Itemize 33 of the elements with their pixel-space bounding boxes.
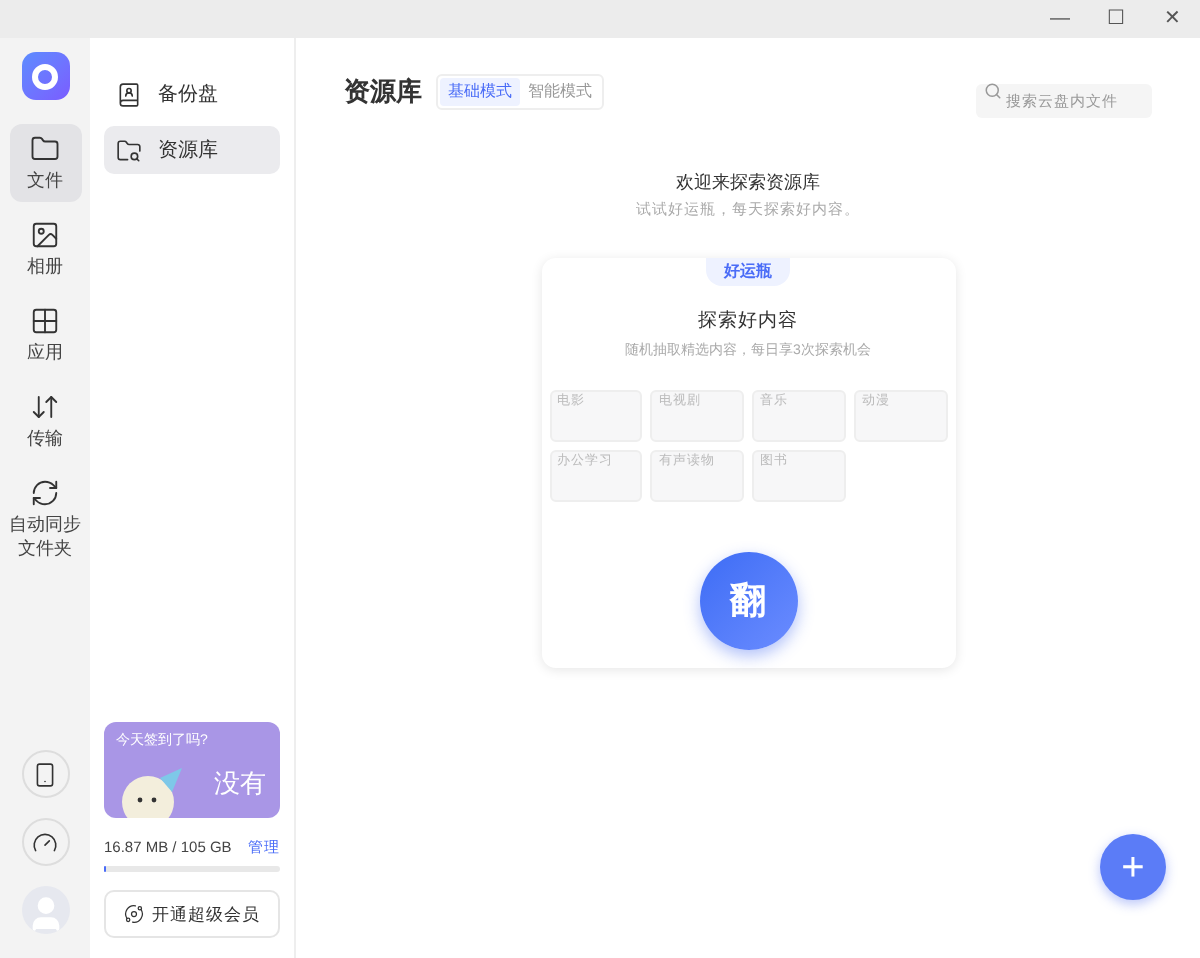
search-icon: [984, 82, 1002, 101]
folder-search-icon: [116, 137, 142, 163]
flip-button[interactable]: 翻: [699, 552, 797, 651]
window-control[interactable]: ✕: [1144, 0, 1200, 38]
sync-icon: [30, 478, 60, 508]
mode-tab[interactable]: 基础模式: [440, 77, 520, 106]
transfer-icon: [30, 392, 60, 422]
card-title: 探索好内容: [698, 308, 798, 337]
window-control[interactable]: ☐: [1088, 0, 1144, 38]
app-logo: [21, 52, 69, 100]
nav-item[interactable]: 相册: [9, 210, 81, 288]
photo-icon: [30, 220, 60, 250]
banner-answer: 没有: [214, 766, 266, 803]
gauge-button[interactable]: [21, 818, 69, 866]
folder-icon: [30, 134, 60, 164]
gauge-icon: [32, 829, 58, 855]
phone-button[interactable]: [21, 750, 69, 798]
page-title: 资源库: [344, 74, 422, 110]
nav-item[interactable]: 应用: [9, 296, 81, 374]
card-badge: 好运瓶: [706, 258, 790, 287]
nav-item[interactable]: 自动同步文件夹: [9, 468, 81, 570]
phone-icon: [32, 761, 58, 787]
apps-icon: [30, 306, 60, 336]
nav-item[interactable]: 文件: [9, 124, 81, 202]
vip-button[interactable]: 开通超级会员: [104, 890, 280, 938]
sidebar-item[interactable]: 资源库: [104, 126, 280, 174]
nav-item[interactable]: 传输: [9, 382, 81, 460]
planet-icon: [124, 904, 144, 924]
welcome-title: 欢迎来探索资源库: [676, 169, 820, 195]
drive-icon: [116, 81, 142, 107]
window-control[interactable]: —: [1032, 0, 1088, 38]
sidebar-item[interactable]: 备份盘: [104, 70, 280, 118]
add-button[interactable]: +: [1100, 834, 1166, 900]
